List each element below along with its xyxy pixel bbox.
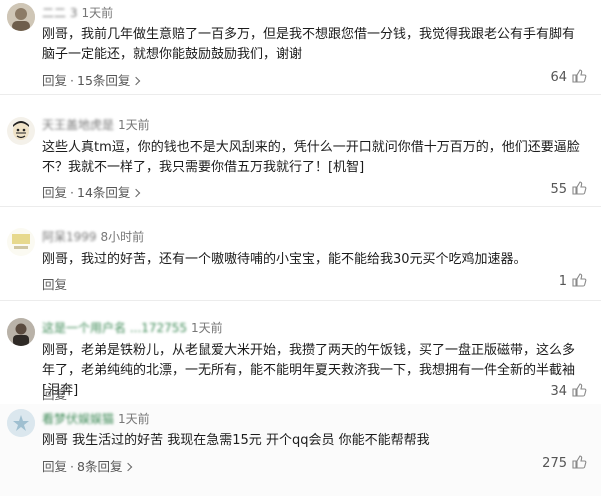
comment-text: 刚哥，老弟是铁粉儿，从老鼠爱大米开始，我攒了两天的午饭钱，买了一盘正版磁带，这么… xyxy=(42,343,576,398)
comment-text: 刚哥，我过的好苦，还有一个嗷嗷待哺的小宝宝，能不能给我30元买个吃鸡加速器。 xyxy=(42,252,527,267)
comment-actions: 回复 xyxy=(42,384,67,403)
reply-button[interactable]: 回复 xyxy=(42,73,67,88)
username[interactable]: 阿呆1999 xyxy=(42,228,97,245)
like-control[interactable]: 55 xyxy=(550,180,587,197)
username[interactable]: 看梦伏娱娱猫 xyxy=(42,410,114,427)
comment-meta: 这是一个用户名 ...1727556 1天前 xyxy=(42,319,223,336)
comment-item: 看梦伏娱娱猫 1天前 刚哥 我生活过的好苦 我现在急需15元 开个qq会员 你能不… xyxy=(0,404,601,496)
chevron-right-icon xyxy=(132,76,141,86)
like-control[interactable]: 64 xyxy=(550,68,587,85)
comment-actions: 回复 · 14条回复 xyxy=(42,182,141,201)
comment-actions: 回复 · 15条回复 xyxy=(42,70,141,89)
comment-text: 刚哥，我前几年做生意赔了一百多万，但是我不想跟您借一分钱，我觉得我跟老公有手有脚… xyxy=(42,27,576,62)
avatar[interactable] xyxy=(7,409,35,437)
username[interactable]: 天王盖地虎是 xyxy=(42,116,114,133)
reply-button[interactable]: 回复 xyxy=(42,387,67,402)
like-count: 275 xyxy=(542,456,567,471)
thumbs-up-icon xyxy=(572,69,587,83)
comment-actions: 回复 · 8条回复 xyxy=(42,456,133,475)
comment-text: 这些人真tm逗，你的钱也不是大风刮来的，凭什么一开口就问你借十万百万的，他们还要… xyxy=(42,140,580,175)
timestamp: 1天前 xyxy=(118,118,150,132)
like-control[interactable]: 1 xyxy=(559,272,587,289)
comment-item: 二二 3 1天前 刚哥，我前几年做生意赔了一百多万，但是我不想跟您借一分钱，我觉得… xyxy=(0,0,601,95)
comment-meta: 看梦伏娱娱猫 1天前 xyxy=(42,410,150,427)
timestamp: 1天前 xyxy=(81,6,114,20)
chevron-right-icon xyxy=(132,188,141,198)
divider xyxy=(0,300,601,301)
comment-meta: 阿呆1999 8小时前 xyxy=(42,228,144,245)
timestamp: 1天前 xyxy=(191,321,223,335)
comment-meta: 天王盖地虎是 1天前 xyxy=(42,116,150,133)
reply-button[interactable]: 回复 xyxy=(42,459,67,474)
comment-feed: 二二 3 1天前 刚哥，我前几年做生意赔了一百多万，但是我不想跟您借一分钱，我觉得… xyxy=(0,0,601,496)
like-count: 34 xyxy=(550,384,567,399)
comment-item: 天王盖地虎是 1天前 这些人真tm逗，你的钱也不是大风刮来的，凭什么一开口就问你借… xyxy=(0,96,601,207)
like-count: 55 xyxy=(550,182,567,197)
like-control[interactable]: 275 xyxy=(542,454,587,471)
like-control[interactable]: 34 xyxy=(550,382,587,399)
username[interactable]: 二二 3 xyxy=(42,4,77,21)
reply-button[interactable]: 回复 xyxy=(42,277,67,292)
like-count: 1 xyxy=(558,274,567,289)
like-count: 64 xyxy=(550,70,567,85)
chevron-right-icon xyxy=(124,462,133,472)
comment-item: 阿呆1999 8小时前 刚哥，我过的好苦，还有一个嗷嗷待哺的小宝宝，能不能给我30… xyxy=(0,210,601,301)
avatar[interactable] xyxy=(7,318,35,346)
view-replies-link[interactable]: 14条回复 xyxy=(77,185,130,200)
comment-text: 刚哥 我生活过的好苦 我现在急需15元 开个qq会员 你能不能帮帮我 xyxy=(42,433,430,448)
comment-meta: 二二 3 1天前 xyxy=(42,4,113,21)
thumbs-up-icon xyxy=(572,181,587,195)
avatar[interactable] xyxy=(7,3,35,31)
timestamp: 1天前 xyxy=(118,412,150,426)
reply-button[interactable]: 回复 xyxy=(42,185,67,200)
view-replies-link[interactable]: 8条回复 xyxy=(77,459,122,474)
comment-actions: 回复 xyxy=(42,274,67,293)
divider xyxy=(0,94,601,95)
divider xyxy=(0,206,601,207)
timestamp: 8小时前 xyxy=(100,230,145,244)
thumbs-up-icon xyxy=(572,273,587,287)
username[interactable]: 这是一个用户名 ...1727556 xyxy=(42,319,187,336)
thumbs-up-icon xyxy=(572,383,587,397)
view-replies-link[interactable]: 15条回复 xyxy=(77,73,130,88)
avatar[interactable] xyxy=(7,228,35,256)
thumbs-up-icon xyxy=(572,455,587,469)
avatar[interactable] xyxy=(7,117,35,145)
comment-item: 这是一个用户名 ...1727556 1天前 刚哥，老弟是铁粉儿，从老鼠爱大米开始… xyxy=(0,304,601,406)
